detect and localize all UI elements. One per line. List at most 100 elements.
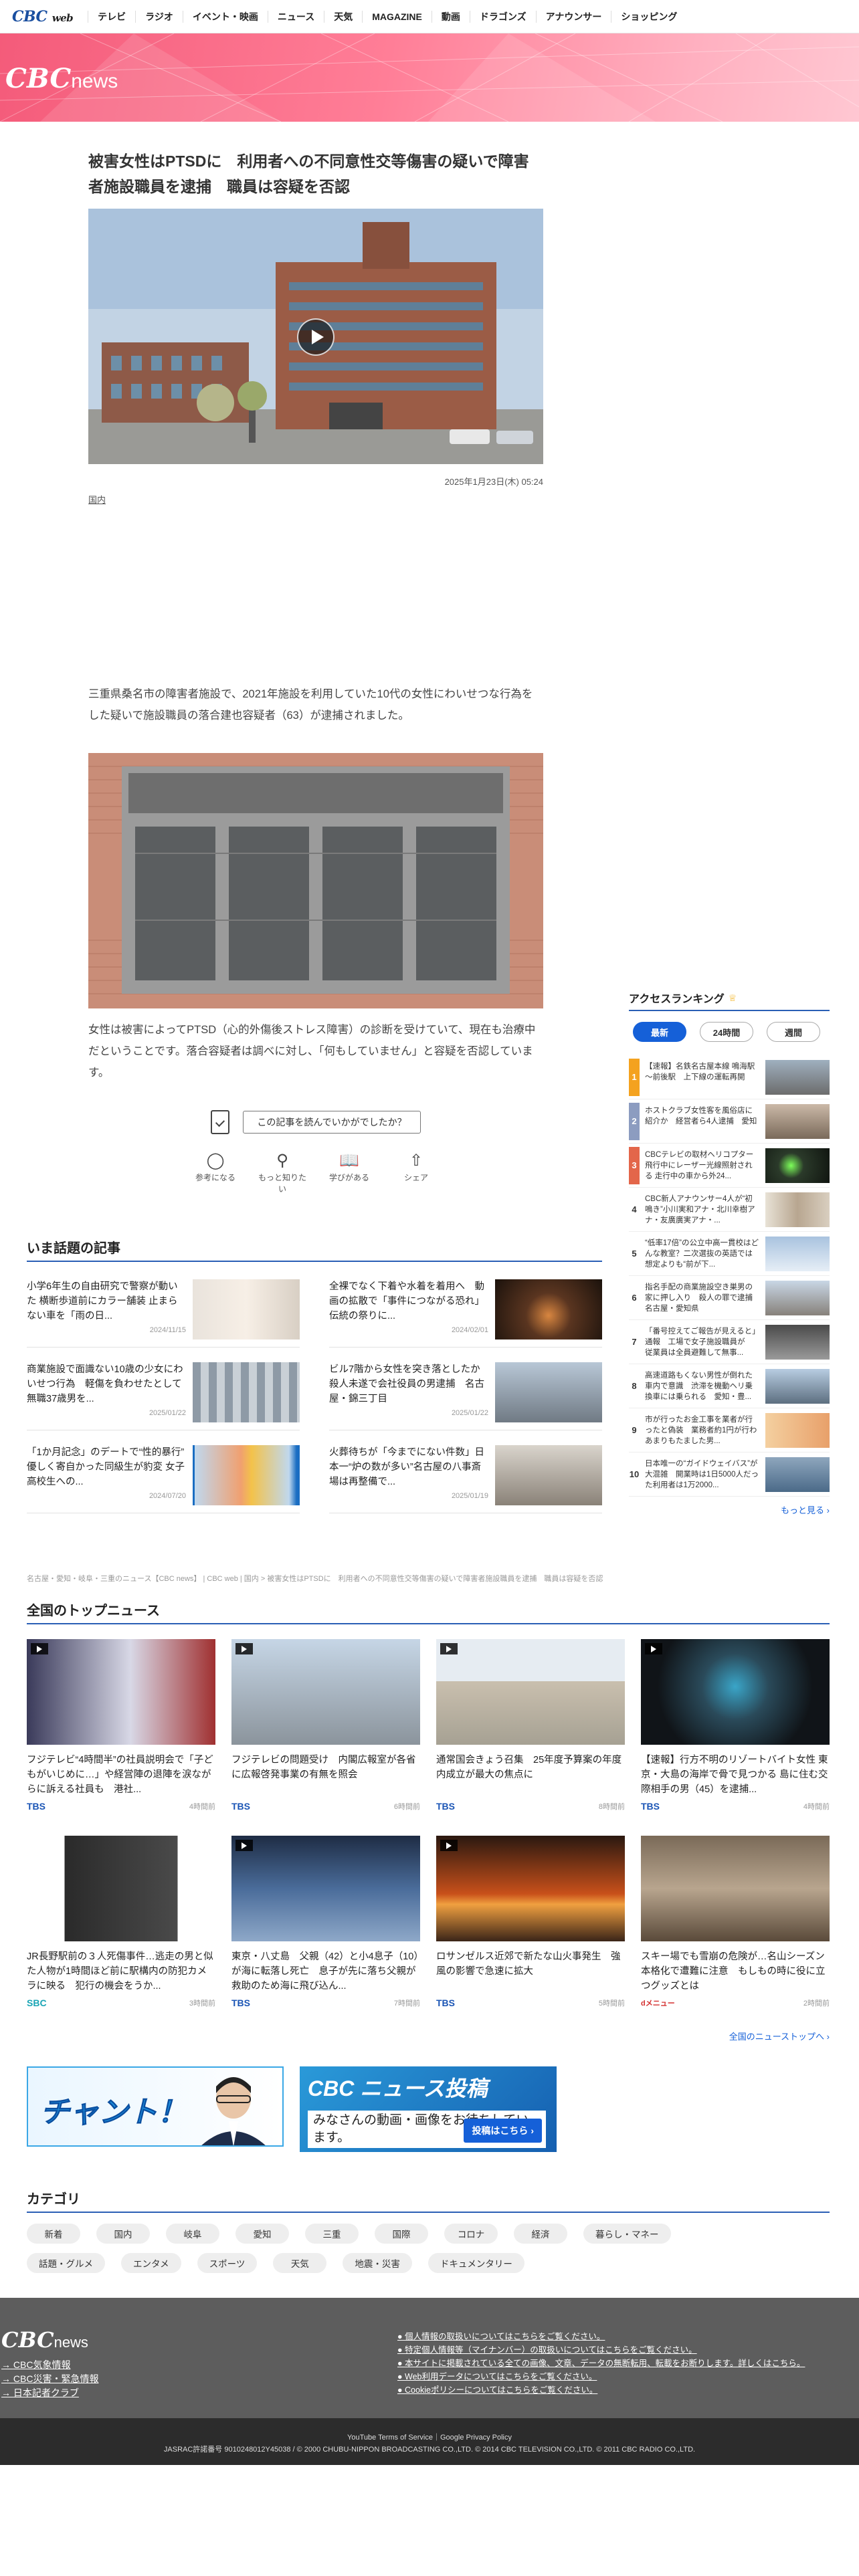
news-card[interactable]: フジテレビの問題受け 内閣広報室が各省に広報啓発事業の有無を照会 TBS 6時間前 <box>231 1639 420 1820</box>
nav-weather[interactable]: 天気 <box>324 10 362 23</box>
rank-number: 2 <box>629 1102 640 1140</box>
nav-events[interactable]: イベント・映画 <box>182 10 268 23</box>
ranking-item[interactable]: 3 CBCテレビの取材ヘリコプター飛行中にレーザー光線照射される 走行中の車から外… <box>629 1144 830 1188</box>
footer-link-disaster[interactable]: CBC災害・緊急情報 <box>1 2372 99 2386</box>
trending-card[interactable]: 商業施設で面識ない10歳の少女にわいせつ行為 軽傷を負わせたとして無職37歳男を… <box>27 1362 300 1430</box>
mynumber-link[interactable]: 特定個人情報等（マイナンバー）の取扱いについてはこちらをご覧ください。 <box>397 2343 805 2357</box>
search-icon: ⚲ <box>276 1151 288 1170</box>
reaction-useful-button[interactable]: ◯ 参考になる <box>189 1149 242 1194</box>
ranking-item[interactable]: 5 “低率17倍”の公立中高一貫校はどんな教室？二次選抜の英語では想定よりも“前が… <box>629 1232 830 1276</box>
ranking-item[interactable]: 9 市が行ったお金工事を業者が行ったと偽装 業務者約1円が行わあまりもたました男.… <box>629 1408 830 1453</box>
news-post-banner[interactable]: CBC ニュース投稿 みなさんの動画・画像をお待ちしています。 投稿はこちら › <box>300 2066 557 2152</box>
category-chip[interactable]: スポーツ <box>197 2253 258 2273</box>
news-source: SBC <box>27 1998 47 2008</box>
ranking-item[interactable]: 1 【速報】名鉄名古屋本線 鳴海駅～前後駅 上下線の運転再開 <box>629 1055 830 1099</box>
all-news-link[interactable]: 全国のニューストップへ › <box>27 2030 830 2042</box>
news-card[interactable]: JR長野駅前の３人死傷事件…逃走の男と似た人物が1時間ほど前に駅構内の防犯カメラ… <box>27 1836 215 2016</box>
category-chip[interactable]: 国内 <box>96 2224 150 2244</box>
nav-dragons[interactable]: ドラゴンズ <box>469 10 536 23</box>
ranking-item-title: 日本唯一の“ガイドウェイバス”が大混雑 開業時は1日5000人だった利用者は1万… <box>645 1459 759 1489</box>
trending-card[interactable]: 全裸でなく下着や水着を着用へ 動画の拡散で「事件につながる恐れ」 伝統の祭りに.… <box>329 1279 602 1348</box>
category-chip[interactable]: 岐阜 <box>166 2224 219 2244</box>
trending-card[interactable]: 「1か月記念」のデートで“性的暴行” 優しく寄自かった同級生が豹変 女子高校生へ… <box>27 1445 300 1513</box>
tab-latest[interactable]: 最新 <box>633 1022 686 1042</box>
banners: チャント！ CBC ニュース投稿 みなさんの動画・画像をお待ちしています。 投稿… <box>27 2066 557 2152</box>
footer-link-press-club[interactable]: 日本記者クラブ <box>1 2386 98 2400</box>
nav-magazine[interactable]: MAGAZINE <box>362 10 432 23</box>
category-chip[interactable]: ドキュメンタリー <box>427 2253 524 2273</box>
category-chip[interactable]: 暮らし・マネー <box>583 2224 671 2244</box>
ranking-item[interactable]: 10 日本唯一の“ガイドウェイバス”が大混雑 開業時は1日5000人だった利用者は… <box>629 1453 830 1497</box>
privacy-link[interactable]: 個人情報の取扱いについてはこちらをご覧ください。 <box>397 2330 805 2343</box>
trending-card[interactable]: 小学6年生の自由研究で警察が動いた 横断歩道前にカラー舗装 止まらない車を「雨の… <box>27 1279 300 1348</box>
genre-link[interactable]: 国内 <box>88 493 106 506</box>
category-chip[interactable]: 経済 <box>514 2224 567 2244</box>
footer-logo[interactable]: CBCnews <box>1 2327 88 2353</box>
category-chip[interactable]: コロナ <box>444 2224 498 2244</box>
ranking-title: アクセスランキング ♕ <box>629 990 830 1011</box>
news-thumbnail <box>436 1836 625 1941</box>
nav-video[interactable]: 動画 <box>431 10 470 23</box>
ranking-item-title: 【速報】名鉄名古屋本線 鳴海駅～前後駅 上下線の運転再開 <box>645 1062 755 1081</box>
tab-24h[interactable]: 24時間 <box>700 1022 753 1042</box>
news-card[interactable]: ロサンゼルス近郊で新たな山火事発生 強風の影響で急速に拡大 TBS 5時間前 <box>436 1836 625 2016</box>
news-card[interactable]: 【速報】行方不明のリゾートバイト女性 東京・大島の海岸で骨で見つかる 島に住む交… <box>641 1639 830 1820</box>
top-news: 全国のトップニュース フジテレビ“4時間半”の社員説明会で「子どもがいじめに…」… <box>27 1600 830 2042</box>
category-chip[interactable]: 新着 <box>27 2224 80 2244</box>
play-button[interactable] <box>297 318 335 356</box>
nav-news[interactable]: ニュース <box>267 10 324 23</box>
news-card[interactable]: フジテレビ“4時間半”の社員説明会で「子どもがいじめに…」や経営陣の退陣を涙なが… <box>27 1639 215 1820</box>
article-video-thumbnail[interactable] <box>88 209 543 464</box>
ranking-item[interactable]: 4 CBC新人アナウンサー4人が“初鳴き”小川実和アナ・北川幸樹アナ・友廣廣実アナ… <box>629 1188 830 1232</box>
news-source: TBS <box>436 1998 455 2008</box>
copyright-notice-link[interactable]: 本サイトに掲載されている全ての画像、文章、データの無断転用、転載をお断りします。… <box>397 2357 805 2370</box>
terms-links[interactable]: YouTube Terms of Service｜Google Privacy … <box>0 2432 859 2444</box>
ranking-item-title: CBC新人アナウンサー4人が“初鳴き”小川実和アナ・北川幸樹アナ・友廣廣実アナ・… <box>645 1194 755 1224</box>
ranking-thumbnail <box>765 1148 830 1183</box>
trending-card[interactable]: 火葬待ちが「今までにない件数」日本一“炉の数が多い”名古屋の八事斎場は再整備で.… <box>329 1445 602 1513</box>
ranking-thumbnail <box>765 1236 830 1271</box>
video-icon <box>31 1643 48 1654</box>
news-card[interactable]: 通常国会きょう召集 25年度予算案の年度内成立が最大の焦点に TBS 8時間前 <box>436 1639 625 1820</box>
lightbulb-icon: ◯ <box>206 1151 225 1170</box>
cookie-policy-link[interactable]: Cookieポリシーについてはこちらをご覧ください。 <box>397 2383 805 2397</box>
cbc-web-logo[interactable]: CBC web <box>12 8 74 25</box>
nav-tv[interactable]: テレビ <box>88 10 135 23</box>
category-chip[interactable]: 地震・災害 <box>343 2253 412 2273</box>
news-card[interactable]: スキー場でも雪崩の危険が…名山シーズン本格化で遭難に注意 もしもの時に役に立つグ… <box>641 1836 830 2016</box>
cbc-news-logo[interactable]: CBCnews <box>5 63 118 94</box>
chant-banner[interactable]: チャント！ <box>27 2066 284 2147</box>
nav-radio[interactable]: ラジオ <box>135 10 183 23</box>
category-chip[interactable]: 天気 <box>273 2253 327 2273</box>
ranking-item[interactable]: 7 「番号控えてご報告が見えると」通報 工場で女子施設職員が 従業員は全員避難して… <box>629 1320 830 1364</box>
footer-link-weather[interactable]: CBC気象情報 <box>1 2358 98 2372</box>
top-news-title: 全国のトップニュース <box>27 1600 830 1624</box>
nav-shopping[interactable]: ショッピング <box>611 10 686 23</box>
category-chip[interactable]: 国際 <box>375 2224 428 2244</box>
trending-card-date: 2024/02/01 <box>451 1326 488 1334</box>
ranking-thumbnail <box>765 1103 830 1139</box>
reaction-more-button[interactable]: ⚲ もっと知りたい <box>256 1149 309 1194</box>
category-chip[interactable]: 話題・グルメ <box>27 2253 105 2273</box>
news-card[interactable]: 東京・八丈島 父親（42）と小4息子（10）が海に転落し死亡 息子が先に落ち父親… <box>231 1836 420 2016</box>
ranking-thumbnail <box>765 1059 830 1095</box>
news-time: 5時間前 <box>598 2000 625 2008</box>
breadcrumb[interactable]: 名古屋・愛知・岐阜・三重のニュース【CBC news】 | CBC web | … <box>27 1573 830 1584</box>
ranking-item[interactable]: 6 指名手配の商業施設空き巣男の家に押し入り 殺人の罪で逮捕 名古屋・愛知県 <box>629 1276 830 1320</box>
post-button[interactable]: 投稿はこちら › <box>464 2119 542 2143</box>
trending-card[interactable]: ビル7階から女性を突き落としたか 殺人未遂で会社役員の男逮捕 名古屋・錦三丁目 2… <box>329 1362 602 1430</box>
ranking-item[interactable]: 8 高速道路もくない男性が倒れた車内で意識 渋滞を機動ヘリ乗換車には乗られる 愛知… <box>629 1364 830 1408</box>
category-chip[interactable]: 愛知 <box>235 2224 289 2244</box>
category-chip[interactable]: 三重 <box>305 2224 359 2244</box>
web-data-link[interactable]: Web利用データについてはこちらをご覧ください。 <box>397 2370 805 2383</box>
category-chip[interactable]: エンタメ <box>121 2253 181 2273</box>
trending-thumbnail <box>495 1445 602 1505</box>
reaction-learn-button[interactable]: 📖 学びがある <box>322 1149 376 1194</box>
news-thumbnail <box>231 1836 420 1941</box>
tab-weekly[interactable]: 週間 <box>767 1022 820 1042</box>
news-header-band: CBCnews <box>0 33 859 122</box>
ranking-more-link[interactable]: もっと見る › <box>629 1503 830 1516</box>
share-button[interactable]: ⇧ シェア <box>389 1149 443 1194</box>
nav-announcer[interactable]: アナウンサー <box>535 10 611 23</box>
ranking-item[interactable]: 2 ホストクラブ女性客を風俗店に紹介か 経営者ら4人逮捕 愛知 <box>629 1099 830 1144</box>
